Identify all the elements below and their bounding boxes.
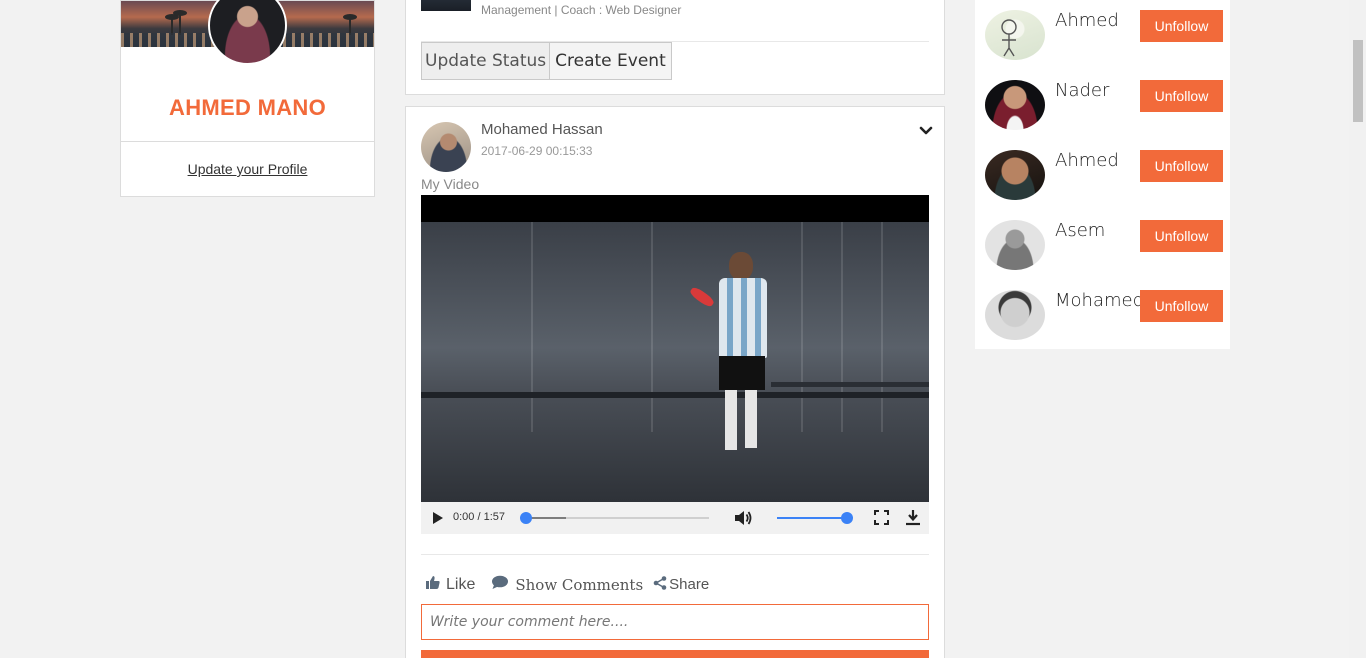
status-composer: Management | Coach : Web Designer Update… xyxy=(405,0,945,95)
post-author-avatar[interactable] xyxy=(421,122,471,172)
volume-slider-knob[interactable] xyxy=(841,512,853,524)
user-avatar[interactable] xyxy=(985,80,1045,130)
following-name[interactable]: Asem xyxy=(1055,220,1105,241)
following-item: Ahmed Unfollow xyxy=(985,150,1225,210)
composer-tabs: Update Status Create Event xyxy=(421,42,672,80)
user-avatar[interactable] xyxy=(985,150,1045,200)
profile-name: AHMED MANO xyxy=(169,95,326,120)
profile-card: AHMED MANO Update your Profile xyxy=(120,0,375,197)
share-icon xyxy=(653,575,669,594)
post-card: Mohamed Hassan 2017-06-29 00:15:33 My Vi… xyxy=(405,106,945,658)
thumbs-up-icon xyxy=(426,575,446,594)
following-panel: Ahmed Unfollow Nader Unfollow Ahmed Unfo… xyxy=(975,0,1230,349)
page: AHMED MANO Update your Profile Managemen… xyxy=(0,0,1366,658)
scene-bench xyxy=(771,382,929,387)
scene-line xyxy=(651,222,653,432)
show-comments-label: Show Comments xyxy=(515,575,644,594)
post-actions: Like Show Comments Share xyxy=(426,575,721,594)
comment-icon xyxy=(491,575,515,594)
scene-line xyxy=(841,222,843,432)
unfollow-button[interactable]: Unfollow xyxy=(1140,80,1223,112)
scene-sock xyxy=(725,390,737,450)
following-item: Ahmed Unfollow xyxy=(985,10,1225,70)
following-name[interactable]: Mohamed xyxy=(1055,290,1144,311)
post-caption: My Video xyxy=(421,176,480,192)
play-icon[interactable] xyxy=(431,511,445,530)
update-profile-link[interactable]: Update your Profile xyxy=(121,161,374,177)
profile-avatar[interactable] xyxy=(208,0,287,65)
fullscreen-icon[interactable] xyxy=(874,510,889,530)
share-button[interactable]: Share xyxy=(653,575,710,594)
unfollow-button[interactable]: Unfollow xyxy=(1140,290,1223,322)
post-timestamp: 2017-06-29 00:15:33 xyxy=(481,144,593,158)
palm-decoration xyxy=(343,14,357,35)
comment-submit-button[interactable] xyxy=(421,650,929,658)
following-name[interactable]: Ahmed xyxy=(1055,150,1119,171)
unfollow-button[interactable]: Unfollow xyxy=(1140,10,1223,42)
scene-line xyxy=(801,222,803,432)
video-time: 0:00 / 1:57 xyxy=(453,511,505,523)
divider xyxy=(121,141,374,142)
scene-head xyxy=(729,252,753,280)
volume-slider[interactable] xyxy=(777,512,853,524)
scene-shorts xyxy=(719,356,765,390)
user-avatar[interactable] xyxy=(985,10,1045,60)
following-item: Nader Unfollow xyxy=(985,80,1225,140)
scene-line xyxy=(531,222,533,432)
like-label: Like xyxy=(446,575,476,593)
share-label: Share xyxy=(669,576,710,593)
palm-decoration xyxy=(173,10,187,35)
following-name[interactable]: Ahmed xyxy=(1055,10,1119,31)
following-item: Asem Unfollow xyxy=(985,220,1225,280)
show-comments-button[interactable]: Show Comments xyxy=(491,575,643,594)
unfollow-button[interactable]: Unfollow xyxy=(1140,150,1223,182)
update-status-button[interactable]: Update Status xyxy=(421,42,551,80)
following-item: Mohamed Unfollow xyxy=(985,290,1225,350)
scene-shoe xyxy=(688,285,716,309)
composer-user-meta: Management | Coach : Web Designer xyxy=(481,3,682,17)
user-avatar[interactable] xyxy=(985,220,1045,270)
scrollbar-thumb[interactable] xyxy=(1353,40,1363,122)
like-button[interactable]: Like xyxy=(426,575,475,594)
user-avatar[interactable] xyxy=(985,290,1045,340)
scene-sock xyxy=(745,390,757,448)
composer-user-thumbnail xyxy=(421,0,471,11)
post-author-name[interactable]: Mohamed Hassan xyxy=(481,121,603,138)
volume-icon[interactable] xyxy=(733,509,753,532)
video-buffer-bar xyxy=(526,517,567,519)
scene-shirt xyxy=(719,278,767,358)
video-thumbnail xyxy=(421,222,929,502)
palm-decoration xyxy=(165,14,179,35)
create-event-button[interactable]: Create Event xyxy=(550,42,672,80)
unfollow-button[interactable]: Unfollow xyxy=(1140,220,1223,252)
video-progress-knob[interactable] xyxy=(520,512,532,524)
video-player[interactable]: 0:00 / 1:57 xyxy=(421,195,929,534)
scene-player xyxy=(688,252,781,502)
video-frame[interactable] xyxy=(421,195,929,502)
following-name[interactable]: Nader xyxy=(1055,80,1109,101)
page-scrollbar[interactable] xyxy=(1349,0,1366,658)
comment-input[interactable] xyxy=(421,604,929,640)
scene-bench xyxy=(421,392,929,398)
video-controls: 0:00 / 1:57 xyxy=(421,502,929,534)
scene-line xyxy=(881,222,883,432)
video-progress-bar[interactable] xyxy=(520,512,709,524)
download-icon[interactable] xyxy=(905,509,921,531)
chevron-down-icon[interactable] xyxy=(918,123,934,139)
divider xyxy=(421,554,929,555)
